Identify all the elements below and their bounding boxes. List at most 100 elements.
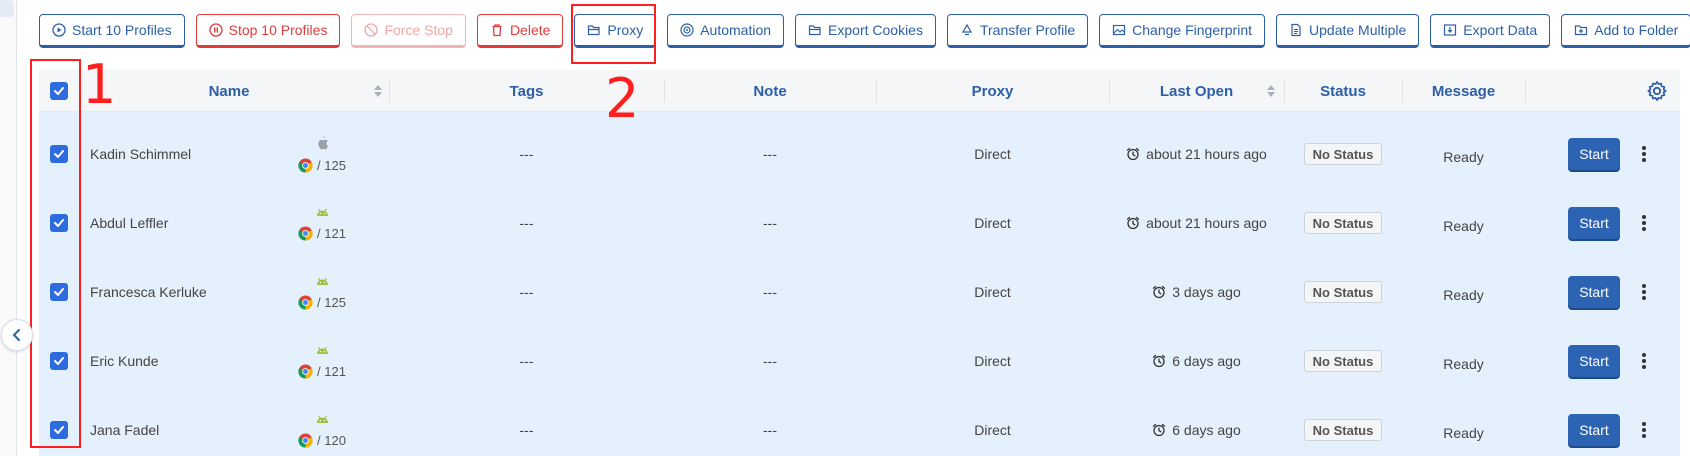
start-button-cell: Start bbox=[1568, 191, 1624, 255]
row-menu-cell bbox=[1638, 191, 1650, 255]
status-badge: No Status bbox=[1303, 143, 1383, 165]
header-last-open[interactable]: Last Open bbox=[1109, 70, 1284, 112]
delete-button[interactable]: Delete bbox=[476, 14, 564, 48]
start-profile-button[interactable]: Start bbox=[1568, 276, 1620, 308]
tags-cell: --- bbox=[389, 398, 664, 456]
header-tags-label: Tags bbox=[509, 82, 544, 100]
header-name[interactable]: Name bbox=[79, 70, 379, 112]
start-button-cell: Start bbox=[1568, 329, 1624, 393]
table-header: Name Tags Note Proxy Last Open Status Me… bbox=[39, 70, 1680, 112]
rail-active-tab[interactable] bbox=[0, 0, 14, 17]
table-row[interactable]: Eric Kunde / 121 --- --- Direct 6 days ago No … bbox=[39, 329, 1680, 393]
browser-info-cell: / 120 bbox=[292, 398, 352, 456]
note-value: --- bbox=[763, 422, 777, 438]
start-profile-button[interactable]: Start bbox=[1568, 138, 1620, 170]
os-icon-wrap bbox=[315, 343, 330, 361]
force-stop-button[interactable]: Force Stop bbox=[351, 14, 466, 48]
annotation-number-1: 1 bbox=[82, 53, 117, 116]
os-icon-wrap bbox=[315, 205, 330, 223]
column-settings-button[interactable] bbox=[1639, 70, 1675, 112]
sort-last-open-icon[interactable] bbox=[1266, 84, 1276, 98]
browser-version: / 125 bbox=[298, 295, 346, 310]
profile-name-cell[interactable]: Eric Kunde bbox=[90, 329, 290, 393]
header-note-label: Note bbox=[753, 82, 787, 100]
column-divider bbox=[1525, 80, 1526, 102]
table-row[interactable]: Francesca Kerluke / 125 --- --- Direct 3 days… bbox=[39, 260, 1680, 324]
sort-name-icon[interactable] bbox=[373, 84, 383, 98]
profile-name-cell[interactable]: Francesca Kerluke bbox=[90, 260, 290, 324]
status-cell: No Status bbox=[1284, 260, 1402, 324]
alarm-clock-icon bbox=[1153, 285, 1166, 299]
row-menu-cell bbox=[1638, 260, 1650, 324]
tags-cell: --- bbox=[389, 191, 664, 255]
status-badge: No Status bbox=[1303, 350, 1383, 372]
header-status-label: Status bbox=[1320, 82, 1366, 100]
automation-button[interactable]: Automation bbox=[667, 14, 785, 48]
start-profile-button[interactable]: Start bbox=[1568, 414, 1620, 446]
note-value: --- bbox=[763, 353, 777, 369]
more-options-icon[interactable] bbox=[1638, 144, 1650, 164]
last-open-value: about 21 hours ago bbox=[1146, 215, 1267, 231]
android-icon bbox=[316, 346, 328, 354]
add-to-folder-button[interactable]: Add to Folder bbox=[1561, 14, 1690, 48]
message-cell: Ready bbox=[1402, 329, 1525, 393]
message-value: Ready bbox=[1443, 286, 1484, 303]
update-multiple-label: Update Multiple bbox=[1309, 22, 1407, 38]
message-value: Ready bbox=[1443, 148, 1484, 165]
transfer-profile-label: Transfer Profile bbox=[979, 22, 1076, 38]
status-cell: No Status bbox=[1284, 191, 1402, 255]
table-row[interactable]: Kadin Schimmel / 125 --- --- Direct about 21 … bbox=[39, 122, 1680, 186]
chrome-icon bbox=[298, 158, 313, 173]
add-to-folder-label: Add to Folder bbox=[1594, 22, 1679, 38]
profile-name-cell[interactable]: Kadin Schimmel bbox=[90, 122, 290, 186]
gear-icon bbox=[1647, 81, 1667, 101]
export-data-button[interactable]: Export Data bbox=[1430, 14, 1551, 48]
tags-value: --- bbox=[519, 284, 534, 300]
image-icon bbox=[1113, 24, 1126, 36]
table-row[interactable]: Abdul Leffler / 121 --- --- Direct about 21 h… bbox=[39, 191, 1680, 255]
android-icon bbox=[316, 415, 328, 423]
more-options-icon[interactable] bbox=[1638, 420, 1650, 440]
transfer-profile-button[interactable]: Transfer Profile bbox=[946, 14, 1089, 48]
status-cell: No Status bbox=[1284, 122, 1402, 186]
folder-plus-icon bbox=[1575, 25, 1588, 36]
browser-version-text: / 125 bbox=[317, 158, 346, 173]
more-options-icon[interactable] bbox=[1638, 282, 1650, 302]
profile-name-cell[interactable]: Jana Fadel bbox=[90, 398, 290, 456]
browser-version-text: / 125 bbox=[317, 295, 346, 310]
profile-name: Francesca Kerluke bbox=[90, 284, 207, 300]
export-data-label: Export Data bbox=[1463, 22, 1538, 38]
profile-name: Jana Fadel bbox=[90, 422, 160, 438]
proxy-cell: Direct bbox=[876, 398, 1109, 456]
collapse-sidebar-button[interactable] bbox=[1, 319, 33, 351]
start-profile-button[interactable]: Start bbox=[1568, 207, 1620, 239]
change-fingerprint-button[interactable]: Change Fingerprint bbox=[1099, 14, 1266, 48]
stop-profiles-button[interactable]: Stop 10 Profiles bbox=[195, 14, 341, 48]
stop-profiles-label: Stop 10 Profiles bbox=[228, 22, 328, 38]
table-row[interactable]: Jana Fadel / 120 --- --- Direct 6 days ago No … bbox=[39, 398, 1680, 456]
last-open-value: 3 days ago bbox=[1172, 284, 1241, 300]
row-menu-cell bbox=[1638, 122, 1650, 186]
row-menu-cell bbox=[1638, 329, 1650, 393]
message-value: Ready bbox=[1443, 217, 1484, 234]
automation-label: Automation bbox=[700, 22, 772, 38]
message-cell: Ready bbox=[1402, 122, 1525, 186]
start-button-cell: Start bbox=[1568, 122, 1624, 186]
start-profile-button[interactable]: Start bbox=[1568, 345, 1620, 377]
profile-name-cell[interactable]: Abdul Leffler bbox=[90, 191, 290, 255]
proxy-value: Direct bbox=[974, 353, 1011, 369]
update-multiple-button[interactable]: Update Multiple bbox=[1276, 14, 1420, 48]
left-rail bbox=[0, 0, 17, 456]
tags-value: --- bbox=[519, 215, 534, 231]
profiles-table: Name Tags Note Proxy Last Open Status Me… bbox=[39, 70, 1680, 456]
delete-label: Delete bbox=[509, 22, 551, 38]
start-profiles-button[interactable]: Start 10 Profiles bbox=[39, 14, 185, 48]
export-cookies-button[interactable]: Export Cookies bbox=[795, 14, 936, 48]
alarm-clock-icon bbox=[1153, 423, 1166, 437]
apple-icon bbox=[317, 136, 328, 150]
start-profiles-label: Start 10 Profiles bbox=[72, 22, 172, 38]
more-options-icon[interactable] bbox=[1638, 213, 1650, 233]
trash-icon bbox=[492, 24, 502, 37]
more-options-icon[interactable] bbox=[1638, 351, 1650, 371]
note-value: --- bbox=[763, 215, 777, 231]
